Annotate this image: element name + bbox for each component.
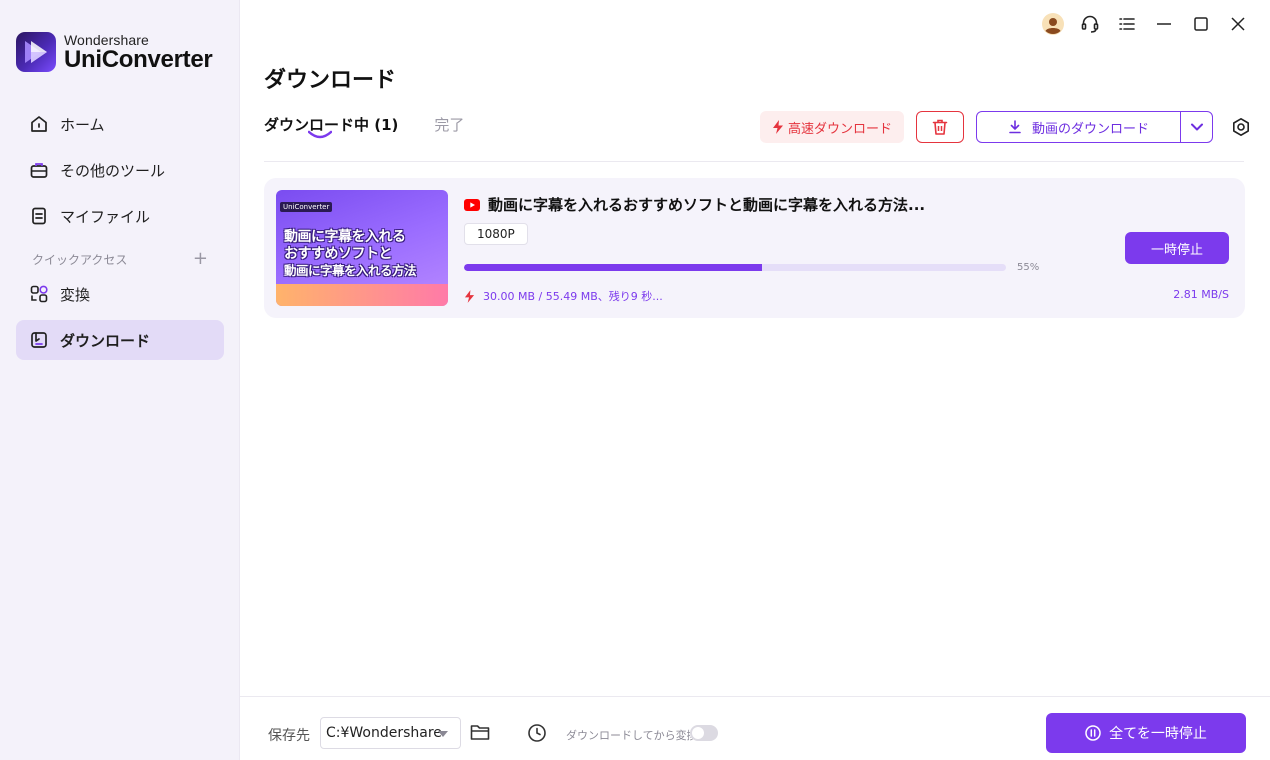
download-size-status: 30.00 MB / 55.49 MB、残り9 秒... (483, 290, 663, 303)
save-path-select[interactable]: C:¥Wondershare (320, 717, 461, 749)
download-progress-bar (464, 264, 1006, 271)
sidebar-item-home[interactable]: ホーム (16, 104, 224, 144)
folder-icon (470, 725, 490, 740)
download-progress-fill (464, 264, 763, 271)
user-avatar-icon (1041, 13, 1064, 35)
page-title: ダウンロード (264, 68, 397, 93)
video-title: 動画に字幕を入れるおすすめソフトと動画に字幕を入れる方法... (488, 196, 926, 214)
resolution-badge: 1080P (464, 223, 528, 245)
bottom-bar: 保存先 C:¥Wondershare ダウンロードしてから変換: 全てを一時停止 (240, 696, 1270, 760)
toolbox-icon (28, 159, 50, 181)
trash-icon (932, 119, 948, 135)
thumbnail-decoration (276, 284, 448, 306)
maximize-icon (1193, 17, 1208, 31)
download-icon (28, 329, 50, 351)
settings-hexagon-icon (1233, 118, 1250, 136)
fast-download-button[interactable]: 高速ダウンロード (760, 111, 905, 143)
download-speed: 2.81 MB/S (1173, 288, 1229, 301)
toggle-knob (692, 727, 704, 739)
delete-button[interactable] (916, 111, 965, 143)
video-download-label: 動画のダウンロード (1032, 121, 1150, 137)
maximize-button[interactable] (1182, 10, 1219, 38)
tab-active-indicator (308, 130, 332, 139)
download-arrow-icon (1009, 120, 1021, 134)
save-location-label: 保存先 (268, 728, 310, 744)
sidebar-item-tools[interactable]: その他のツール (16, 150, 224, 190)
sidebar-item-label: ダウンロード (60, 331, 151, 350)
uniconverter-logo-icon (16, 32, 56, 72)
sidebar: Wondershare UniConverter ホーム その他のツール マイフ… (0, 0, 240, 760)
support-button[interactable] (1071, 10, 1108, 38)
sidebar-item-label: 変換 (60, 285, 91, 304)
video-download-main[interactable]: 動画のダウンロード (977, 112, 1180, 142)
close-button[interactable] (1219, 10, 1256, 38)
download-item-card: UniConverter 動画に字幕を入れる おすすめソフトと 動画に字幕を入れ… (264, 178, 1245, 318)
thumbnail-text-line: 動画に字幕を入れる方法 (284, 263, 417, 278)
sidebar-item-label: マイファイル (60, 207, 151, 226)
download-stats: 30.00 MB / 55.49 MB、残り9 秒... (464, 288, 663, 304)
tab-downloading[interactable]: ダウンロード中 (1) (264, 114, 398, 143)
account-avatar[interactable] (1034, 10, 1071, 38)
video-thumbnail[interactable]: UniConverter 動画に字幕を入れる おすすめソフトと 動画に字幕を入れ… (276, 190, 448, 306)
menu-button[interactable] (1108, 10, 1145, 38)
file-icon (28, 205, 50, 227)
download-toolbar: 高速ダウンロード 動画のダウンロード (760, 111, 1253, 143)
menu-list-icon (1118, 18, 1135, 30)
minimize-icon (1156, 23, 1171, 25)
brand-company: Wondershare (64, 31, 149, 48)
sidebar-item-convert[interactable]: 変換 (16, 274, 224, 314)
download-tabs: ダウンロード中 (1) 完了 (264, 114, 464, 143)
add-quick-access-icon[interactable]: + (193, 250, 208, 268)
pause-button[interactable]: 一時停止 (1125, 232, 1229, 264)
lightning-icon (464, 289, 475, 303)
convert-icon (28, 283, 50, 305)
save-path-value: C:¥Wondershare (326, 725, 442, 741)
minimize-button[interactable] (1145, 10, 1182, 38)
tab-completed[interactable]: 完了 (434, 114, 464, 143)
sidebar-item-download[interactable]: ダウンロード (16, 320, 224, 360)
toolbar-divider (264, 161, 1244, 162)
pause-all-label: 全てを一時停止 (1109, 726, 1207, 742)
download-settings-button[interactable] (1229, 115, 1253, 139)
pause-all-button[interactable]: 全てを一時停止 (1046, 713, 1246, 753)
pause-circle-icon (1085, 725, 1101, 741)
schedule-button[interactable] (527, 723, 547, 743)
caret-down-icon (438, 731, 448, 737)
headset-icon (1081, 15, 1098, 33)
sidebar-item-myfiles[interactable]: マイファイル (16, 196, 224, 236)
video-title-row: 動画に字幕を入れるおすすめソフトと動画に字幕を入れる方法... (464, 194, 925, 215)
fast-download-label: 高速ダウンロード (788, 121, 893, 137)
brand: Wondershare UniConverter (16, 31, 213, 73)
home-icon (28, 113, 50, 135)
quick-access-label: クイックアクセス (32, 252, 128, 267)
lightning-icon (773, 120, 783, 134)
titlebar-controls (1034, 10, 1256, 38)
chevron-down-icon (1190, 123, 1203, 131)
video-download-button[interactable]: 動画のダウンロード (976, 111, 1214, 143)
convert-after-download-toggle[interactable] (690, 725, 718, 741)
sidebar-nav: ホーム その他のツール マイファイル クイックアクセス + 変換 ダウンロード (16, 104, 224, 360)
youtube-icon (464, 198, 480, 211)
open-folder-button[interactable] (470, 723, 492, 743)
convert-after-download-label: ダウンロードしてから変換: (566, 729, 702, 742)
sidebar-item-label: ホーム (60, 115, 105, 134)
thumbnail-brand-badge: UniConverter (280, 202, 333, 212)
clock-icon (528, 724, 546, 742)
brand-product: UniConverter (64, 45, 213, 73)
video-download-dropdown[interactable] (1180, 112, 1212, 142)
quick-access-header: クイックアクセス + (16, 244, 224, 274)
sidebar-item-label: その他のツール (60, 161, 166, 180)
close-icon (1230, 17, 1245, 31)
progress-percent: 55% (1017, 262, 1040, 273)
